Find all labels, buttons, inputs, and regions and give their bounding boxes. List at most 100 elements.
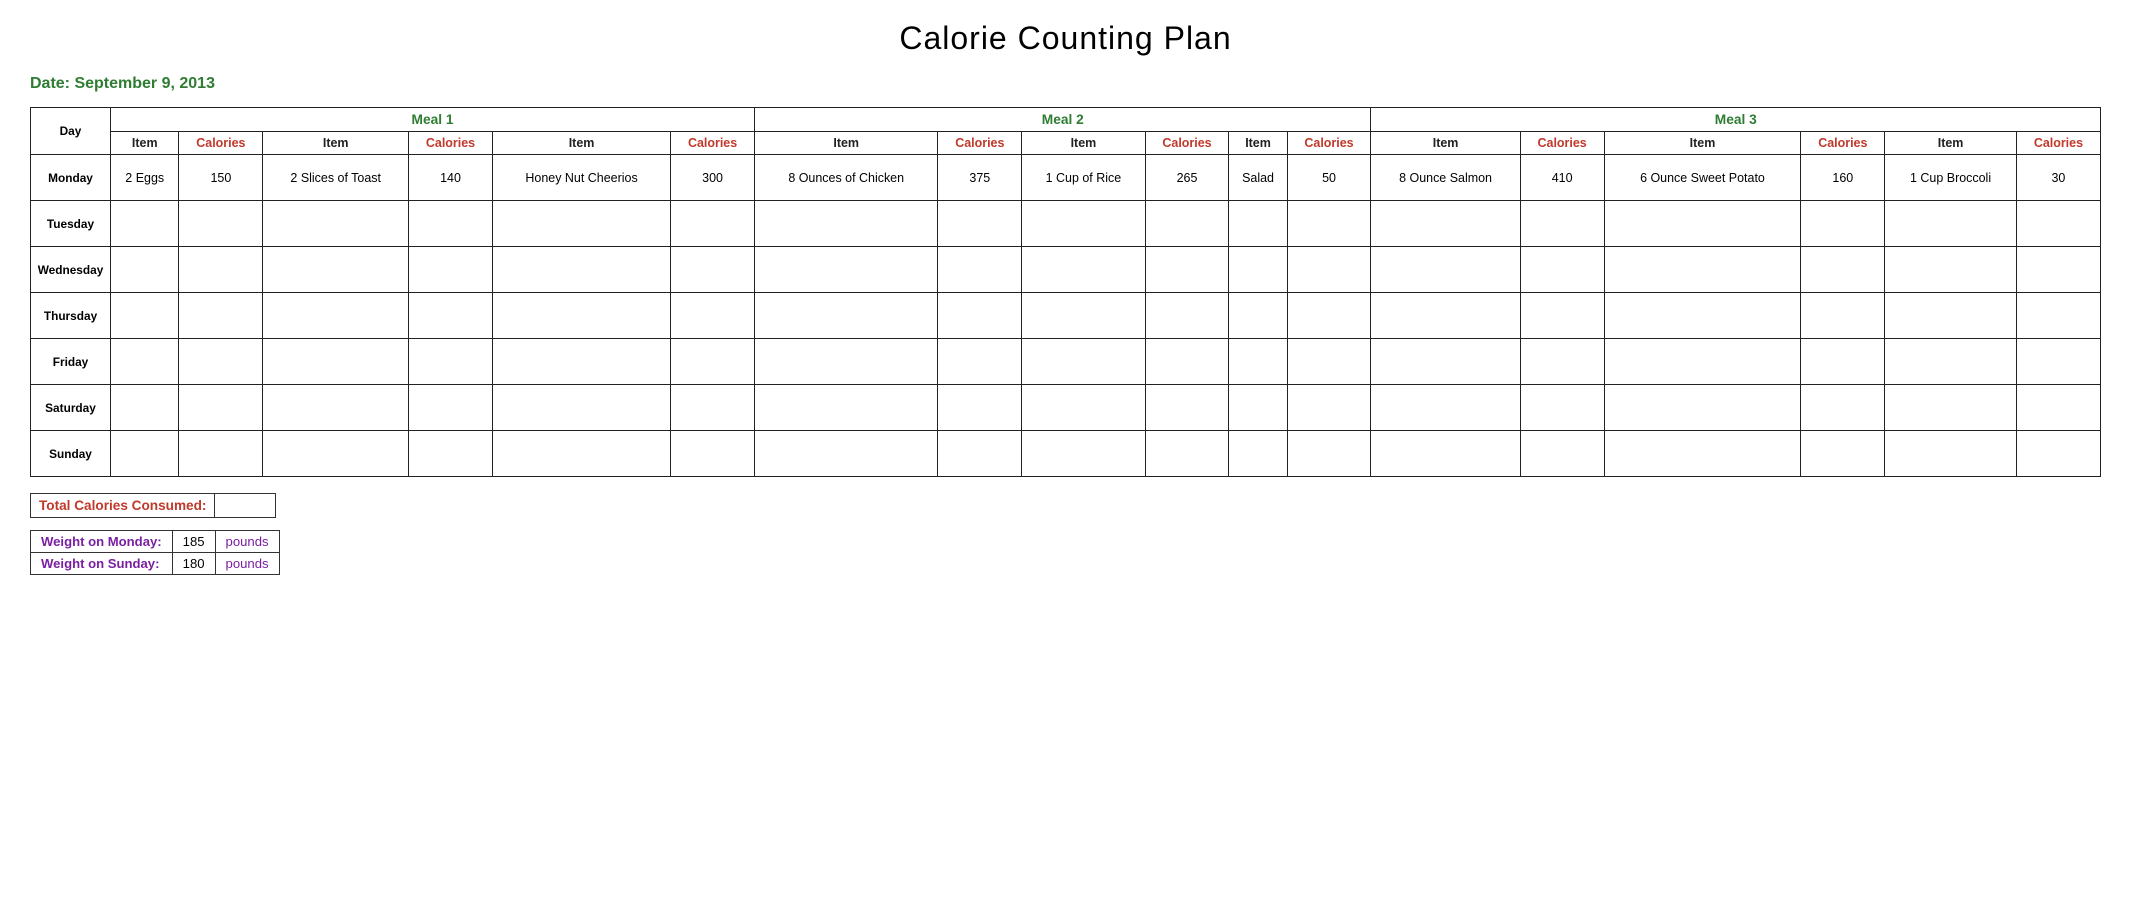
thursday-m2-item2	[1022, 293, 1145, 339]
weight-monday-label: Weight on Monday:	[31, 531, 173, 553]
wednesday-m1-cal3	[671, 247, 755, 293]
friday-m3-item3	[1885, 339, 2017, 385]
meal2-cal2-header: Calories	[1145, 132, 1229, 155]
tuesday-m3-item1	[1371, 201, 1520, 247]
wednesday-m2-item3	[1229, 247, 1287, 293]
thursday-row: Thursday	[31, 293, 2101, 339]
total-calories-label: Total Calories Consumed:	[31, 494, 215, 517]
friday-m1-cal3	[671, 339, 755, 385]
monday-m3-cal2: 160	[1801, 155, 1885, 201]
monday-m2-cal2: 265	[1145, 155, 1229, 201]
day-column-header: Day	[31, 108, 111, 155]
thursday-m1-item1	[111, 293, 179, 339]
sunday-m3-cal2	[1801, 431, 1885, 477]
wednesday-m2-cal2	[1145, 247, 1229, 293]
monday-day: Monday	[31, 155, 111, 201]
meal2-header: Meal 2	[755, 108, 1371, 132]
meal1-cal3-header: Calories	[671, 132, 755, 155]
friday-row: Friday	[31, 339, 2101, 385]
meal3-item2-header: Item	[1604, 132, 1801, 155]
meal3-cal3-header: Calories	[2016, 132, 2100, 155]
saturday-m2-cal1	[938, 385, 1022, 431]
wednesday-m2-item1	[755, 247, 938, 293]
wednesday-m3-item2	[1604, 247, 1801, 293]
meal3-header: Meal 3	[1371, 108, 2101, 132]
monday-m2-item3: Salad	[1229, 155, 1287, 201]
friday-m2-item3	[1229, 339, 1287, 385]
monday-m1-item3: Honey Nut Cheerios	[492, 155, 670, 201]
sunday-m3-cal1	[1520, 431, 1604, 477]
weight-monday-value: 185	[172, 531, 215, 553]
friday-m3-cal2	[1801, 339, 1885, 385]
wednesday-m3-cal3	[2016, 247, 2100, 293]
tuesday-m3-item2	[1604, 201, 1801, 247]
tuesday-m1-cal1	[179, 201, 263, 247]
thursday-m3-cal2	[1801, 293, 1885, 339]
meal2-item3-header: Item	[1229, 132, 1287, 155]
monday-m3-cal1: 410	[1520, 155, 1604, 201]
thursday-m1-item2	[263, 293, 409, 339]
friday-m3-cal3	[2016, 339, 2100, 385]
saturday-m3-cal3	[2016, 385, 2100, 431]
saturday-m3-item2	[1604, 385, 1801, 431]
friday-m1-item2	[263, 339, 409, 385]
sunday-m2-cal2	[1145, 431, 1229, 477]
meal3-cal2-header: Calories	[1801, 132, 1885, 155]
saturday-m2-cal2	[1145, 385, 1229, 431]
tuesday-m2-cal1	[938, 201, 1022, 247]
sunday-m1-cal2	[409, 431, 493, 477]
friday-m1-item3	[492, 339, 670, 385]
friday-m2-cal3	[1287, 339, 1371, 385]
weight-sunday-value: 180	[172, 553, 215, 575]
meal1-cal2-header: Calories	[409, 132, 493, 155]
thursday-m1-cal3	[671, 293, 755, 339]
friday-m1-cal1	[179, 339, 263, 385]
tuesday-m2-item2	[1022, 201, 1145, 247]
tuesday-m1-cal2	[409, 201, 493, 247]
tuesday-m3-item3	[1885, 201, 2017, 247]
friday-m2-cal1	[938, 339, 1022, 385]
wednesday-m3-cal1	[1520, 247, 1604, 293]
meal3-cal1-header: Calories	[1520, 132, 1604, 155]
weight-sunday-label: Weight on Sunday:	[31, 553, 173, 575]
wednesday-m2-item2	[1022, 247, 1145, 293]
monday-m2-item2: 1 Cup of Rice	[1022, 155, 1145, 201]
meal2-item1-header: Item	[755, 132, 938, 155]
meal1-cal1-header: Calories	[179, 132, 263, 155]
thursday-m1-cal2	[409, 293, 493, 339]
thursday-m2-cal1	[938, 293, 1022, 339]
meal2-cal3-header: Calories	[1287, 132, 1371, 155]
weight-monday-row: Weight on Monday: 185 pounds	[31, 531, 280, 553]
wednesday-m3-item3	[1885, 247, 2017, 293]
tuesday-m2-cal3	[1287, 201, 1371, 247]
saturday-m3-item1	[1371, 385, 1520, 431]
tuesday-row: Tuesday	[31, 201, 2101, 247]
saturday-m1-item3	[492, 385, 670, 431]
thursday-m1-item3	[492, 293, 670, 339]
date-label: Date: September 9, 2013	[30, 75, 2101, 93]
friday-m2-item1	[755, 339, 938, 385]
total-calories-box: Total Calories Consumed:	[30, 493, 276, 518]
monday-m3-item1: 8 Ounce Salmon	[1371, 155, 1520, 201]
saturday-m3-cal1	[1520, 385, 1604, 431]
friday-day: Friday	[31, 339, 111, 385]
wednesday-m1-cal2	[409, 247, 493, 293]
calorie-table: Day Meal 1 Meal 2 Meal 3 Item Calories I…	[30, 107, 2101, 477]
wednesday-m3-item1	[1371, 247, 1520, 293]
saturday-m1-item2	[263, 385, 409, 431]
thursday-m3-item1	[1371, 293, 1520, 339]
saturday-m2-cal3	[1287, 385, 1371, 431]
tuesday-m1-item2	[263, 201, 409, 247]
monday-m3-item2: 6 Ounce Sweet Potato	[1604, 155, 1801, 201]
saturday-m2-item2	[1022, 385, 1145, 431]
sunday-m1-item2	[263, 431, 409, 477]
friday-m2-cal2	[1145, 339, 1229, 385]
monday-row: Monday 2 Eggs 150 2 Slices of Toast 140 …	[31, 155, 2101, 201]
thursday-m3-cal1	[1520, 293, 1604, 339]
saturday-row: Saturday	[31, 385, 2101, 431]
meal2-cal1-header: Calories	[938, 132, 1022, 155]
summary-section: Total Calories Consumed: Weight on Monda…	[30, 493, 2101, 575]
sunday-m2-item2	[1022, 431, 1145, 477]
tuesday-m2-item1	[755, 201, 938, 247]
wednesday-row: Wednesday	[31, 247, 2101, 293]
